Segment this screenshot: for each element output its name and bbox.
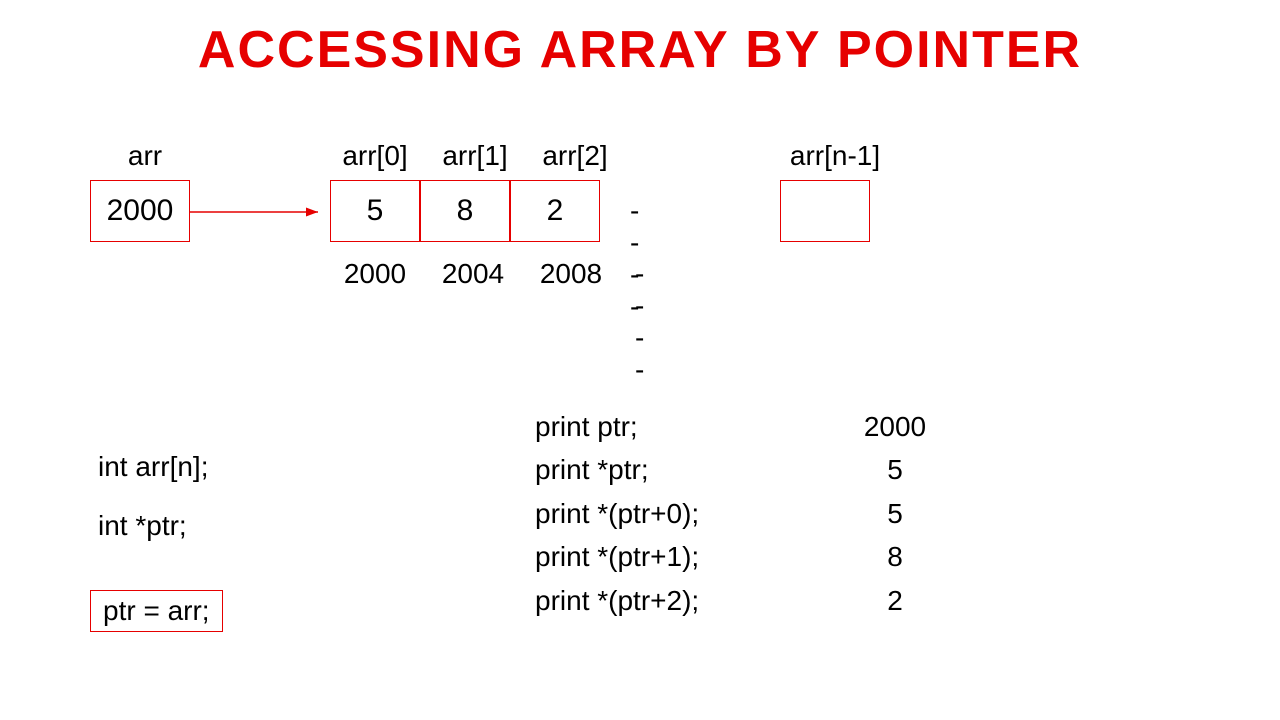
print-val-3: 8 [845,535,945,578]
print-val-4: 2 [845,579,945,622]
print-stmt-2: print *(ptr+0); [535,492,845,535]
code-declarations: int arr[n]; int *ptr; [98,445,208,555]
cell-label-1: arr[1] [430,140,520,172]
cell-addr-0: 2000 [330,258,420,290]
page-title: ACCESSING ARRAY BY POINTER [0,20,1280,80]
cell-box-last [780,180,870,242]
cell-label-2: arr[2] [530,140,620,172]
print-output-table: print ptr; 2000 print *ptr; 5 print *(pt… [535,405,945,622]
cell-box-0: 5 [330,180,420,242]
print-row-1: print *ptr; 5 [535,448,945,491]
cell-box-2: 2 [510,180,600,242]
addr-dashes: - - - - [635,258,650,386]
print-row-2: print *(ptr+0); 5 [535,492,945,535]
print-stmt-4: print *(ptr+2); [535,579,845,622]
print-row-0: print ptr; 2000 [535,405,945,448]
cell-addr-1: 2004 [428,258,518,290]
code-line-1: int arr[n]; [98,445,208,490]
cell-label-last: arr[n-1] [775,140,895,172]
cell-addr-2: 2008 [526,258,616,290]
print-stmt-3: print *(ptr+1); [535,535,845,578]
print-stmt-0: print ptr; [535,405,845,448]
print-stmt-1: print *ptr; [535,448,845,491]
cell-box-1: 8 [420,180,510,242]
code-line-3: ptr = arr; [90,590,223,632]
print-row-3: print *(ptr+1); 8 [535,535,945,578]
print-val-0: 2000 [845,405,945,448]
arrow-icon [190,200,330,230]
print-row-4: print *(ptr+2); 2 [535,579,945,622]
arr-var-label: arr [105,140,185,172]
arr-address-box: 2000 [90,180,190,242]
print-val-2: 5 [845,492,945,535]
print-val-1: 5 [845,448,945,491]
code-line-2: int *ptr; [98,504,208,549]
cell-label-0: arr[0] [330,140,420,172]
code-assignment-box: ptr = arr; [90,590,223,632]
